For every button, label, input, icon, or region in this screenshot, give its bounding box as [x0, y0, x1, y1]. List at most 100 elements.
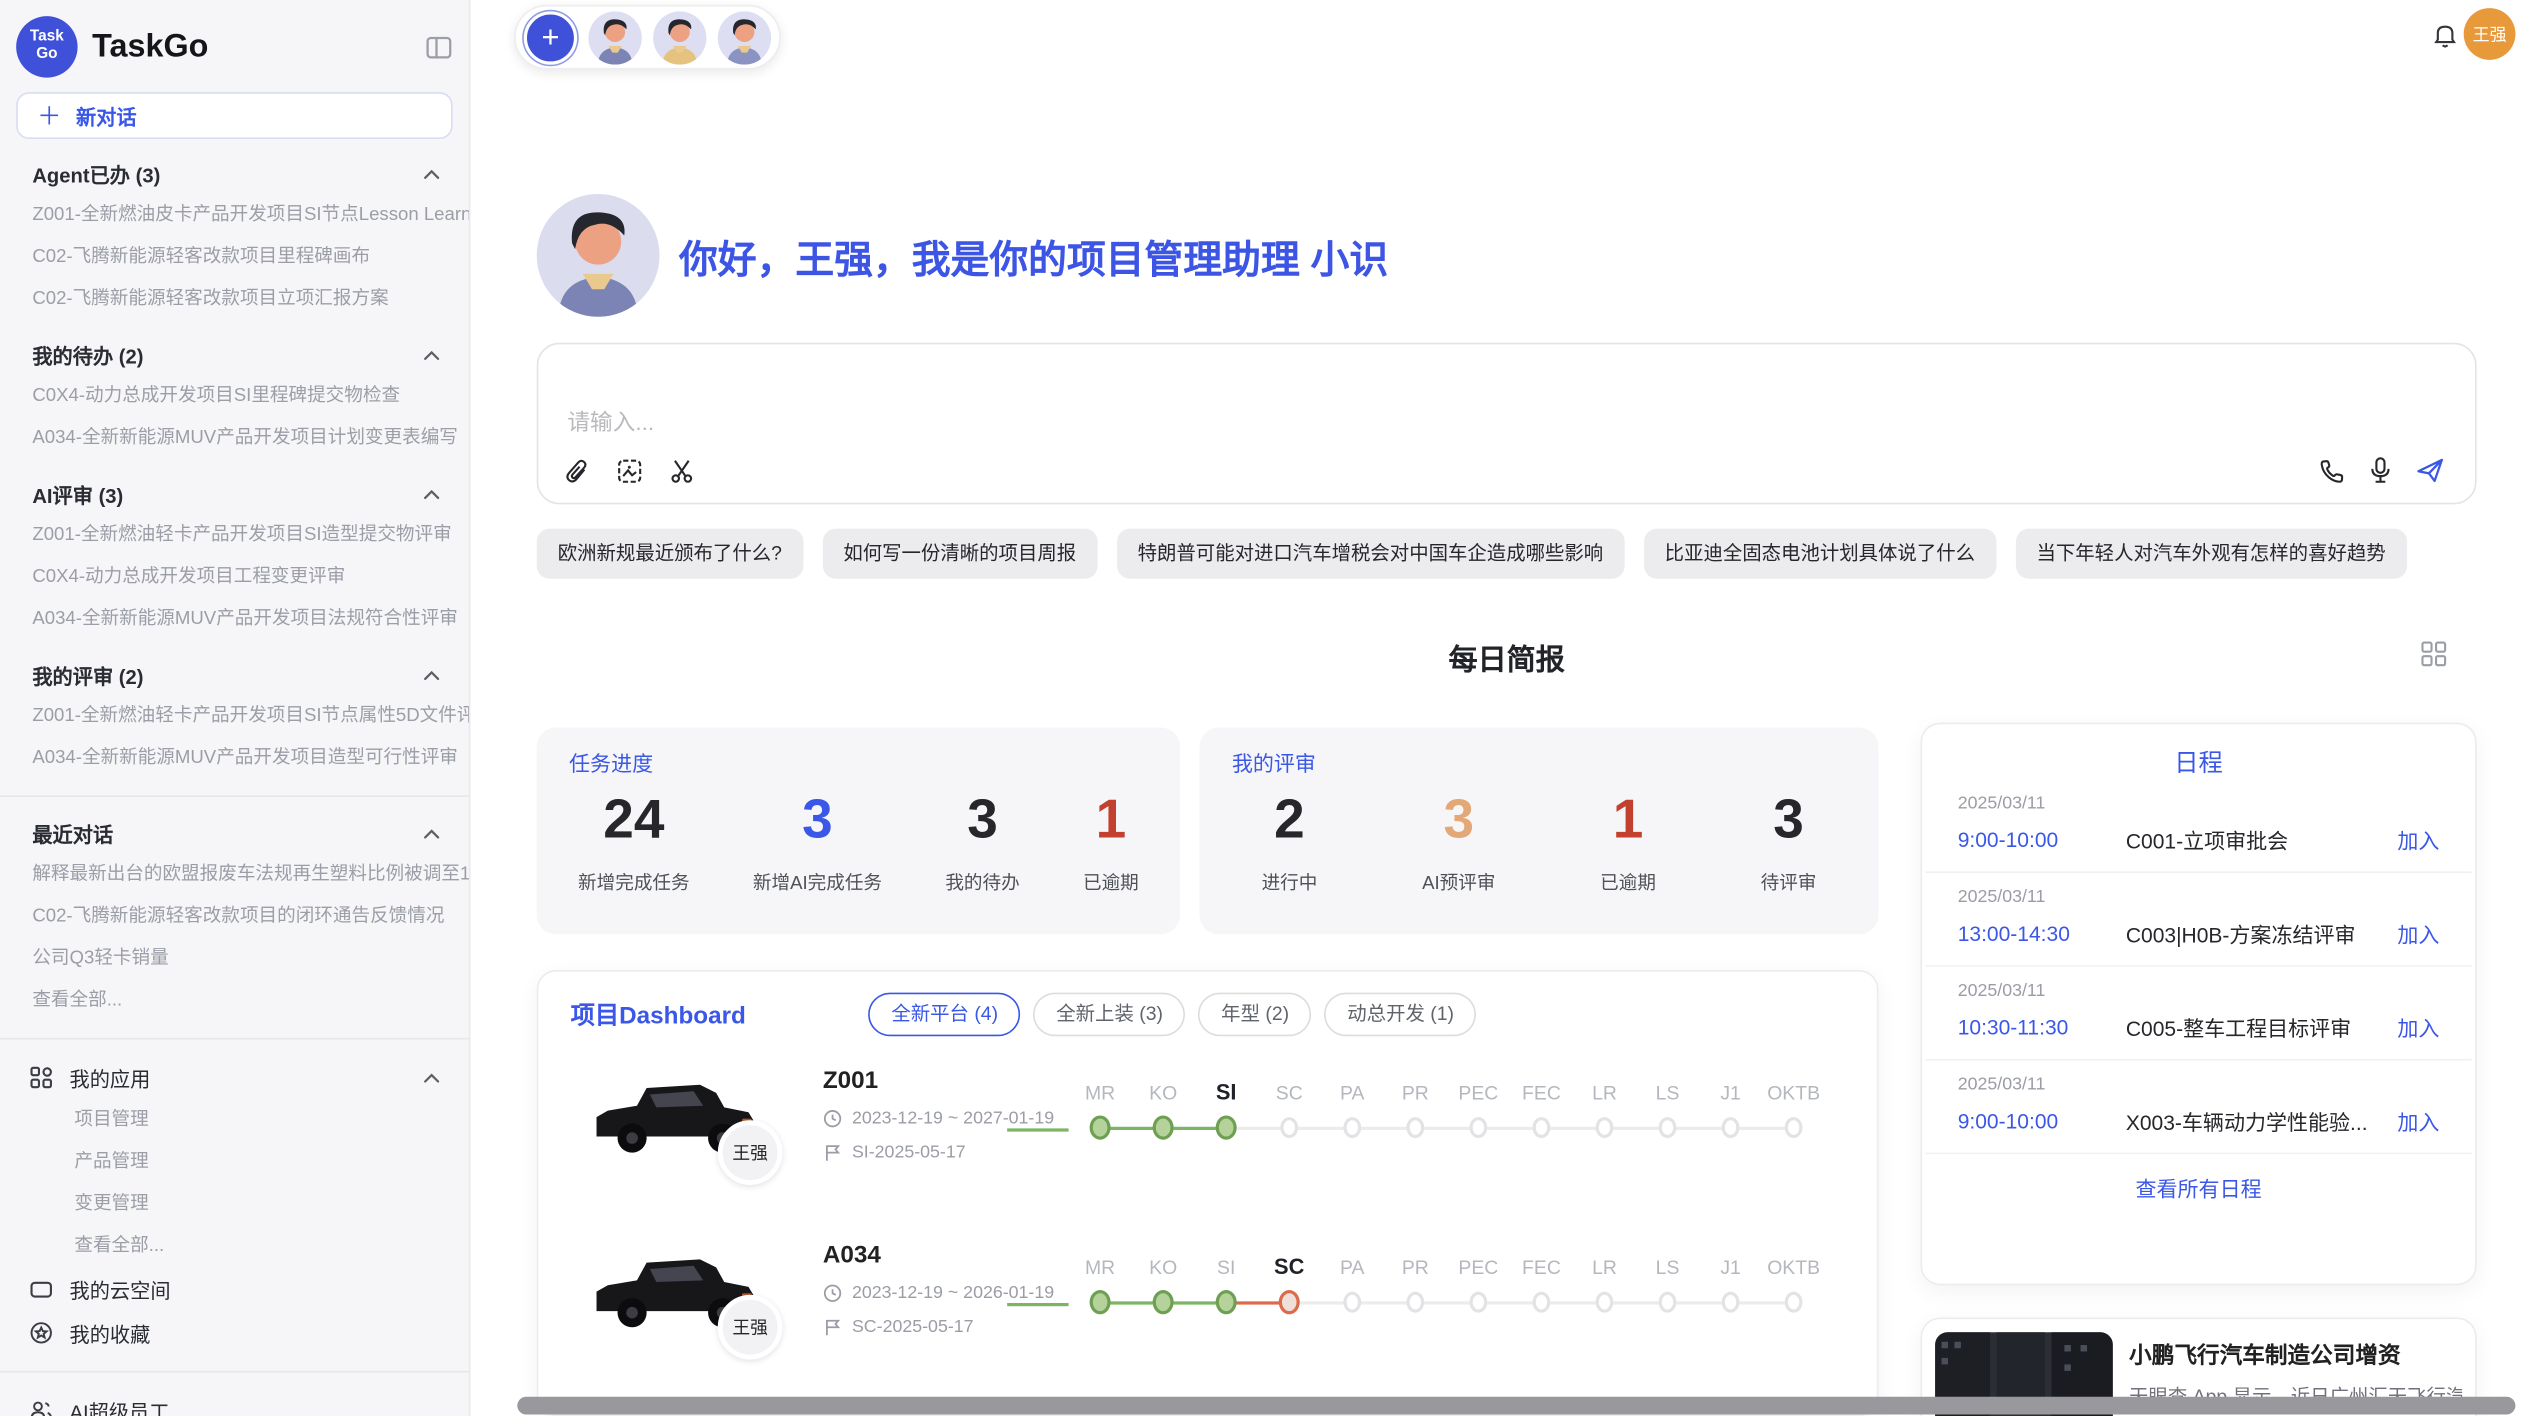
stat-label: 新增AI完成任务 — [753, 870, 882, 896]
list-item[interactable]: C02-飞腾新能源轻客改款项目的闭环通告反馈情况 — [0, 896, 469, 938]
list-item[interactable]: 公司Q3轻卡销量 — [0, 938, 469, 980]
layout-grid-icon[interactable] — [2420, 640, 2447, 667]
event-name: C003|H0B-方案冻结评审 — [2126, 918, 2398, 949]
milestone-label: PR — [1402, 1072, 1429, 1104]
chat-input[interactable]: 请输入... — [537, 343, 2477, 505]
stat-ai-done: 3 新增AI完成任务 — [753, 789, 882, 896]
horizontal-scrollbar[interactable] — [517, 1397, 2515, 1415]
filter-new-platform[interactable]: 全新平台 (4) — [869, 993, 1021, 1037]
join-link[interactable]: 加入 — [2397, 1106, 2439, 1137]
send-icon[interactable] — [2415, 456, 2446, 485]
filter-powertrain[interactable]: 动总开发 (1) — [1325, 993, 1477, 1037]
event-date: 2025/03/11 — [1958, 794, 2440, 813]
image-icon[interactable] — [616, 457, 643, 484]
list-item[interactable]: Z001-全新燃油轻卡产品开发项目SI造型提交物评审 — [0, 514, 469, 556]
milestone-label: KO — [1149, 1246, 1177, 1278]
my-review-card: 我的评审 2 进行中 3 AI预评审 1 已逾期 3 待评审 — [1200, 727, 1879, 934]
view-all-schedule-link[interactable]: 查看所有日程 — [1922, 1172, 2475, 1203]
event-date: 2025/03/11 — [1958, 1075, 2440, 1094]
suggestion-chip[interactable]: 如何写一份清晰的项目周报 — [822, 529, 1097, 579]
milestone-dot-pending — [1659, 1292, 1677, 1313]
suggestion-chip[interactable]: 比亚迪全固态电池计划具体说了什么 — [1644, 529, 1996, 579]
event-time: 10:30-11:30 — [1958, 1015, 2126, 1039]
milestone-dot-done — [1216, 1290, 1237, 1314]
logo-line2: Go — [36, 47, 57, 65]
schedule-event: 2025/03/11 10:30-11:30 C005-整车工程目标评审 加入 — [1925, 967, 2471, 1061]
logo-line1: Task — [30, 29, 64, 47]
list-item[interactable]: C0X4-动力总成开发项目工程变更评审 — [0, 556, 469, 598]
event-time: 9:00-10:00 — [1958, 1109, 2126, 1133]
suggestion-chip[interactable]: 特朗普可能对进口汽车增税会对中国车企造成哪些影响 — [1117, 529, 1625, 579]
my-apps-label: 我的应用 — [70, 1062, 151, 1093]
attachment-icon[interactable] — [564, 457, 590, 484]
list-item[interactable]: A034-全新新能源MUV产品开发项目法规符合性评审 — [0, 598, 469, 640]
section-ai-review[interactable]: AI评审 (3) — [0, 474, 469, 514]
milestone-dot-pending — [1659, 1117, 1677, 1138]
list-item[interactable]: C02-飞腾新能源轻客改款项目里程碑画布 — [0, 236, 469, 278]
milestone-label: SC — [1276, 1072, 1303, 1104]
stat-value: 3 — [1761, 789, 1817, 852]
stat-value: 3 — [753, 789, 882, 852]
divider — [0, 1371, 469, 1373]
suggestion-chip[interactable]: 当下年轻人对汽车外观有怎样的喜好趋势 — [2015, 529, 2406, 579]
event-name: C005-整车工程目标评审 — [2126, 1012, 2398, 1043]
sidebar-item-project-mgmt[interactable]: 项目管理 — [0, 1099, 469, 1141]
project-dashboard-card: 项目Dashboard 全新平台 (4) 全新上装 (3) 年型 (2) 动总开… — [537, 970, 1879, 1416]
milestone-timeline: MR KO SI SC PA PR PEC FEC LR LS J1 OKTB — [1069, 1072, 1826, 1140]
view-all-apps-link[interactable]: 查看全部... — [0, 1225, 469, 1267]
scissors-icon[interactable] — [669, 457, 696, 484]
join-link[interactable]: 加入 — [2397, 918, 2439, 949]
milestone-label: LS — [1656, 1072, 1680, 1104]
milestone-label: FEC — [1522, 1072, 1561, 1104]
milestone-label: LR — [1592, 1246, 1617, 1278]
stat-overdue: 1 已逾期 — [1083, 789, 1139, 896]
card-title: 我的评审 — [1232, 747, 1316, 778]
project-row[interactable]: 王强 Z001 2023-12-19 ~ 2027-01-19 SI-2025-… — [538, 1052, 1877, 1210]
section-my-review[interactable]: 我的评审 (2) — [0, 655, 469, 695]
list-item[interactable]: Z001-全新燃油皮卡产品开发项目SI节点Lesson Learn报告 — [0, 194, 469, 236]
list-item[interactable]: A034-全新新能源MUV产品开发项目造型可行性评审 — [0, 737, 469, 779]
new-chat-button[interactable]: ＋ 新对话 — [16, 92, 452, 139]
view-all-chats-link[interactable]: 查看全部... — [0, 980, 469, 1022]
join-link[interactable]: 加入 — [2397, 824, 2439, 855]
list-item[interactable]: A034-全新新能源MUV产品开发项目计划变更表编写 — [0, 417, 469, 459]
phone-call-icon[interactable] — [2318, 457, 2345, 484]
session-avatar[interactable] — [718, 11, 771, 64]
plus-icon: ＋ — [37, 99, 61, 133]
suggestion-chip[interactable]: 欧洲新规最近颁布了什么? — [537, 529, 803, 579]
session-avatar[interactable] — [653, 11, 706, 64]
microphone-icon[interactable] — [2368, 456, 2392, 485]
filter-new-body[interactable]: 全新上装 (3) — [1034, 993, 1186, 1037]
project-flag: SI-2025-05-17 — [823, 1143, 1054, 1162]
project-row[interactable]: 王强 A034 2023-12-19 ~ 2026-01-19 SC-2025-… — [538, 1227, 1877, 1385]
sidebar-item-product-mgmt[interactable]: 产品管理 — [0, 1141, 469, 1183]
event-date: 2025/03/11 — [1958, 981, 2440, 1000]
schedule-event: 2025/03/11 9:00-10:00 X003-车辆动力学性能验... 加… — [1925, 1060, 2471, 1154]
filter-model-year[interactable]: 年型 (2) — [1199, 993, 1312, 1037]
sidebar-item-ai-super-staff[interactable]: AI超级员工 — [0, 1389, 469, 1416]
owner-avatar: 王强 — [718, 1120, 783, 1185]
section-my-todo[interactable]: 我的待办 (2) — [0, 335, 469, 375]
stat-my-todo: 3 我的待办 — [945, 789, 1019, 896]
sidebar-collapse-icon[interactable] — [425, 33, 452, 60]
event-name: C001-立项审批会 — [2126, 824, 2398, 855]
sidebar-item-my-apps[interactable]: 我的应用 — [0, 1056, 469, 1100]
milestone-dot-pending — [1722, 1292, 1740, 1313]
notification-bell-icon[interactable] — [2431, 21, 2458, 50]
add-session-button[interactable]: + — [524, 11, 577, 64]
user-avatar[interactable]: 王强 — [2464, 8, 2516, 60]
section-agent-done[interactable]: Agent已办 (3) — [0, 154, 469, 194]
stat-ai-prereview: 3 AI预评审 — [1422, 789, 1495, 896]
sidebar-item-favorites[interactable]: 我的收藏 — [0, 1311, 469, 1355]
list-item[interactable]: 解释最新出台的欧盟报废车法规再生塑料比例被调至15%... — [0, 854, 469, 896]
list-item[interactable]: C02-飞腾新能源轻客改款项目立项汇报方案 — [0, 278, 469, 320]
join-link[interactable]: 加入 — [2397, 1012, 2439, 1043]
sidebar-item-change-mgmt[interactable]: 变更管理 — [0, 1183, 469, 1225]
milestone-dot-pending — [1596, 1117, 1614, 1138]
section-recent-chats[interactable]: 最近对话 — [0, 813, 469, 853]
session-avatar[interactable] — [588, 11, 641, 64]
sidebar-item-cloud-space[interactable]: 我的云空间 — [0, 1267, 469, 1311]
cloud-space-icon — [29, 1277, 53, 1301]
list-item[interactable]: C0X4-动力总成开发项目SI里程碑提交物检查 — [0, 375, 469, 417]
list-item[interactable]: Z001-全新燃油轻卡产品开发项目SI节点属性5D文件评审 — [0, 695, 469, 737]
